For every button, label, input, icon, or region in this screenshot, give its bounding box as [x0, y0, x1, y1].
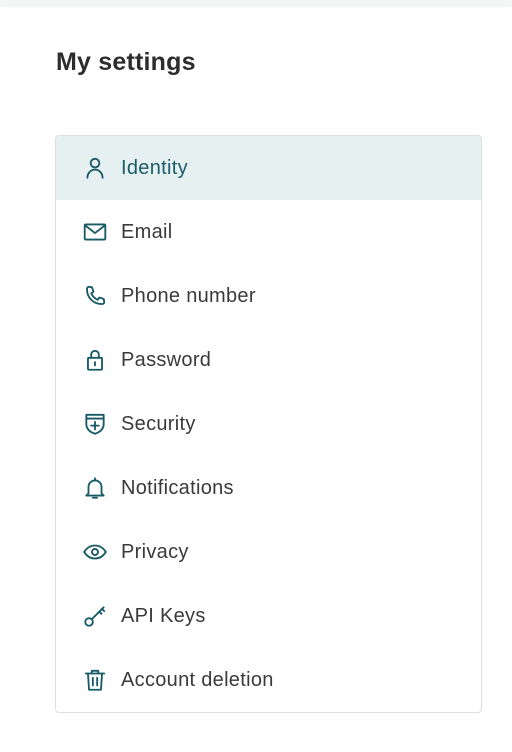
- menu-item-account-deletion[interactable]: Account deletion: [56, 648, 481, 712]
- eye-icon: [82, 539, 108, 565]
- menu-item-privacy[interactable]: Privacy: [56, 520, 481, 584]
- menu-item-label: Security: [121, 412, 196, 435]
- menu-item-label: Account deletion: [121, 668, 274, 691]
- settings-menu: Identity Email Phone number Password Sec…: [55, 135, 482, 713]
- menu-item-phone-number[interactable]: Phone number: [56, 264, 481, 328]
- top-bar: [0, 0, 512, 6]
- menu-item-label: Identity: [121, 156, 188, 179]
- phone-icon: [82, 283, 108, 309]
- menu-item-label: API Keys: [121, 604, 206, 627]
- menu-item-label: Email: [121, 220, 173, 243]
- menu-item-label: Privacy: [121, 540, 189, 563]
- menu-item-security[interactable]: Security: [56, 392, 481, 456]
- person-icon: [82, 155, 108, 181]
- shield-plus-icon: [82, 411, 108, 437]
- menu-item-identity[interactable]: Identity: [56, 136, 481, 200]
- menu-item-label: Phone number: [121, 284, 256, 307]
- envelope-icon: [82, 219, 108, 245]
- menu-item-notifications[interactable]: Notifications: [56, 456, 481, 520]
- bell-icon: [82, 475, 108, 501]
- key-icon: [82, 603, 108, 629]
- menu-item-label: Password: [121, 348, 212, 371]
- menu-item-email[interactable]: Email: [56, 200, 481, 264]
- trash-icon: [82, 667, 108, 693]
- page-title: My settings: [56, 48, 196, 76]
- menu-item-api-keys[interactable]: API Keys: [56, 584, 481, 648]
- lock-icon: [82, 347, 108, 373]
- menu-item-label: Notifications: [121, 476, 234, 499]
- menu-item-password[interactable]: Password: [56, 328, 481, 392]
